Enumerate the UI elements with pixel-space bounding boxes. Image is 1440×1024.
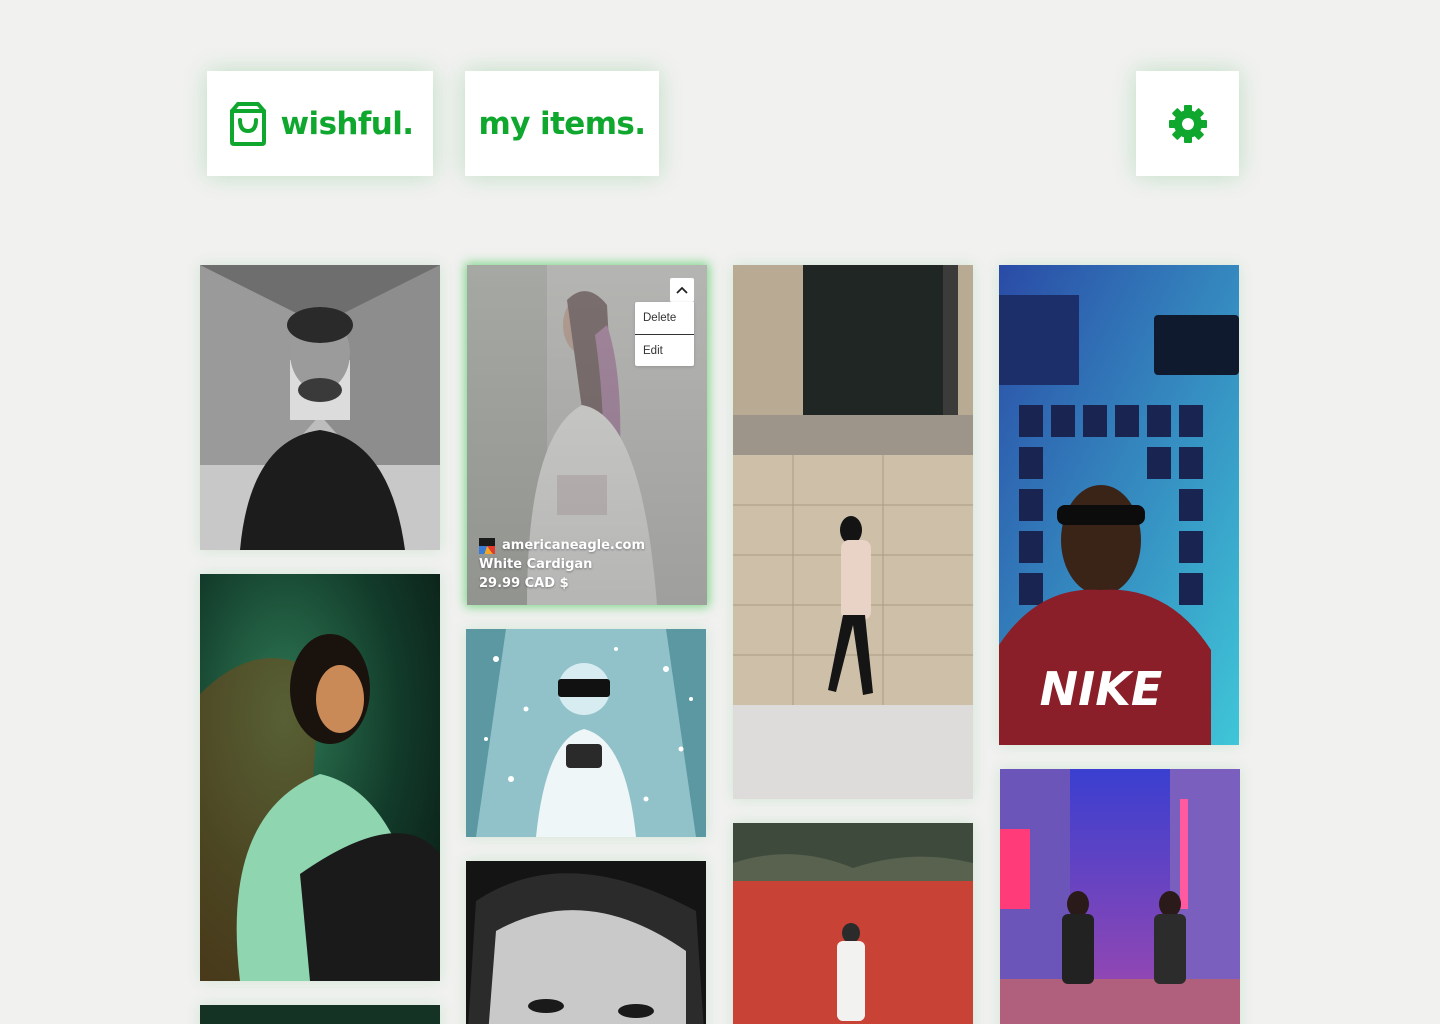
- item-image: [200, 574, 440, 981]
- delete-menu-item[interactable]: Delete: [635, 302, 694, 334]
- gallery-item-6[interactable]: [466, 629, 706, 837]
- svg-text:NIKE: NIKE: [1040, 662, 1163, 716]
- brand-logo: wishful.: [227, 101, 414, 147]
- item-image: [733, 265, 973, 799]
- product-price: 29.99 CAD $: [479, 576, 569, 591]
- item-image: [466, 629, 706, 837]
- brand-home-button[interactable]: wishful.: [207, 71, 433, 176]
- gallery-item-8[interactable]: [466, 861, 706, 1024]
- gallery-item-5[interactable]: [200, 574, 440, 981]
- gallery-item-1[interactable]: [200, 265, 440, 550]
- item-image: [200, 1005, 440, 1024]
- gallery-item-10[interactable]: [200, 1005, 440, 1024]
- gallery-item-2[interactable]: Delete Edit americaneagle.com White Card…: [467, 265, 707, 605]
- edit-menu-item[interactable]: Edit: [635, 334, 694, 366]
- page: wishful. my items. Delete Edit americane…: [0, 0, 1440, 1024]
- gallery-item-4[interactable]: NIKE: [999, 265, 1239, 745]
- item-image: [200, 265, 440, 550]
- store-domain: americaneagle.com: [502, 538, 646, 553]
- item-image: NIKE: [999, 265, 1239, 745]
- item-image: [733, 823, 973, 1024]
- settings-button[interactable]: [1136, 71, 1239, 176]
- item-image: [1000, 769, 1240, 1024]
- my-items-button[interactable]: my items.: [465, 71, 659, 176]
- gear-icon: [1168, 104, 1207, 143]
- gallery-item-7[interactable]: [733, 823, 973, 1024]
- brand-name: wishful.: [280, 105, 415, 142]
- item-menu-toggle[interactable]: [670, 278, 694, 302]
- item-menu: Delete Edit: [635, 302, 694, 366]
- item-image: [466, 861, 706, 1024]
- product-name: White Cardigan: [479, 557, 593, 572]
- my-items-label: my items.: [478, 105, 647, 142]
- gallery-item-3[interactable]: [733, 265, 973, 799]
- shopping-bag-icon: [229, 101, 266, 146]
- store-favicon: [479, 537, 495, 554]
- store-row: americaneagle.com: [479, 536, 645, 555]
- product-info: americaneagle.com White Cardigan 29.99 C…: [479, 536, 645, 593]
- chevron-up-icon: [676, 286, 688, 294]
- gallery-item-9[interactable]: [1000, 769, 1240, 1024]
